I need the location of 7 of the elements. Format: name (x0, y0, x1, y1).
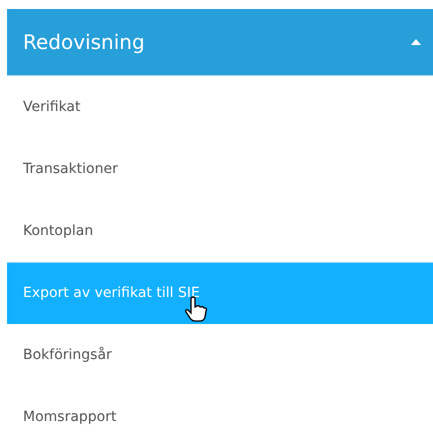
menu-item[interactable]: Verifikat (7, 76, 433, 138)
menu-item[interactable]: Momsrapport (7, 386, 433, 434)
menu-item[interactable]: Kontoplan (7, 200, 433, 262)
caret-up-icon (411, 39, 421, 45)
hand-cursor-icon (185, 296, 207, 322)
menu-item[interactable]: Bokföringsår (7, 324, 433, 386)
menu-item[interactable]: Transaktioner (7, 138, 433, 200)
